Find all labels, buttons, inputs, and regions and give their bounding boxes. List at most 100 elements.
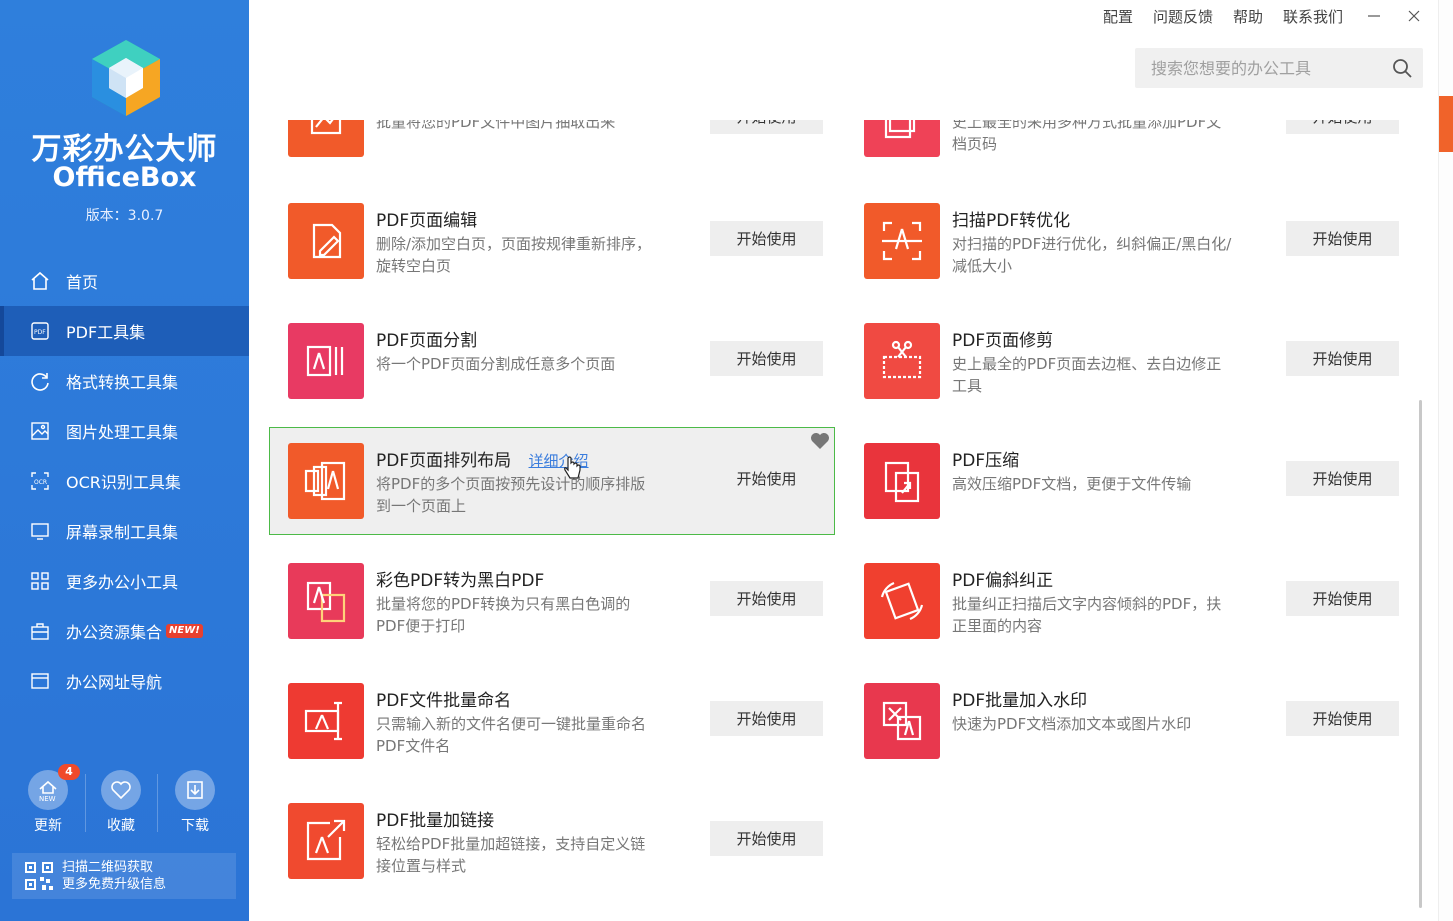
convert-icon	[28, 369, 52, 393]
image-icon	[28, 419, 52, 443]
start-button[interactable]: 开始使用	[710, 341, 823, 376]
favorite-heart-icon[interactable]	[810, 432, 830, 450]
sidebar-item-more-tools[interactable]: 更多办公小工具	[0, 556, 249, 606]
sidebar-item-screen-record[interactable]: 屏幕录制工具集	[0, 506, 249, 556]
tool-name: PDF批量加链接	[376, 811, 495, 831]
screen-icon	[28, 519, 52, 543]
favorite-label: 收藏	[107, 818, 135, 834]
download-button[interactable]: 下载	[165, 770, 225, 835]
close-icon	[1408, 10, 1420, 22]
update-count-badge: 4	[58, 764, 80, 780]
update-button[interactable]: NEW 4 更新	[18, 764, 80, 835]
briefcase-icon	[28, 619, 52, 643]
start-button[interactable]: 开始使用	[1286, 221, 1399, 256]
sidebar-item-label: 屏幕录制工具集	[66, 523, 179, 542]
sidebar-item-image[interactable]: 图片处理工具集	[0, 406, 249, 456]
tool-desc: 史上最全的采用多种方式批量添加PDF文档页码	[952, 120, 1222, 153]
close-button[interactable]	[1405, 7, 1423, 25]
start-button[interactable]: 开始使用	[1286, 120, 1399, 134]
start-button[interactable]: 开始使用	[1286, 701, 1399, 736]
new-tag: NEW!	[166, 624, 203, 638]
start-button[interactable]: 开始使用	[710, 701, 823, 736]
home-icon	[28, 269, 52, 293]
tool-name: 彩色PDF转为黑白PDF	[376, 571, 545, 591]
color-to-bw-icon	[288, 563, 364, 639]
tool-card-pdf-compress[interactable]: PDF压缩 高效压缩PDF文档，更便于文件传输 开始使用	[845, 422, 1409, 528]
app-version: 版本：3.0.7	[85, 208, 164, 224]
tool-desc: 快速为PDF文档添加文本或图片水印	[952, 715, 1192, 733]
tool-card-pdf-page-split[interactable]: PDF页面分割 将一个PDF页面分割成任意多个页面 开始使用	[269, 302, 833, 408]
sidebar-item-resources[interactable]: 办公资源集合 NEW!	[0, 606, 249, 656]
page-edit-icon	[288, 203, 364, 279]
tool-card-pdf-page-trim[interactable]: PDF页面修剪 史上最全的PDF页面去边框、去白边修正工具 开始使用	[845, 302, 1409, 408]
tool-desc: 将PDF的多个页面按预先设计的顺序排版到一个页面上	[376, 475, 646, 515]
tool-name-text: PDF页面排列布局	[376, 451, 512, 471]
sidebar-item-label: 办公网址导航	[66, 673, 163, 692]
start-button[interactable]: 开始使用	[710, 581, 823, 616]
start-button[interactable]: 开始使用	[710, 120, 823, 134]
sidebar-item-pdf[interactable]: PDF PDF工具集	[0, 306, 249, 356]
download-icon	[175, 770, 215, 810]
start-button[interactable]: 开始使用	[710, 821, 823, 856]
quick-divider	[85, 774, 86, 832]
background-window-accent	[1439, 96, 1453, 152]
tool-card-scan-pdf-optimize[interactable]: 扫描PDF转优化 对扫描的PDF进行优化，纠斜偏正/黑白化/减低大小 开始使用	[845, 182, 1409, 288]
qr-promo[interactable]: 扫描二维码获取 更多免费升级信息	[12, 853, 236, 899]
tool-card-color-to-bw[interactable]: 彩色PDF转为黑白PDF 批量将您的PDF转换为只有黑白色调的PDF便于打印 开…	[269, 542, 833, 648]
update-icon: NEW 4	[28, 764, 80, 810]
tool-card-batch-link[interactable]: PDF批量加链接 轻松给PDF批量加超链接，支持自定义链接位置与样式 开始使用	[269, 782, 833, 888]
app-title-en: OfficeBox	[52, 162, 197, 193]
sidebar-item-label: 首页	[66, 273, 99, 292]
start-button[interactable]: 开始使用	[1286, 341, 1399, 376]
tool-name: PDF页面分割	[376, 331, 478, 351]
search-icon[interactable]	[1391, 57, 1413, 79]
pdf-icon: PDF	[28, 319, 52, 343]
start-button[interactable]: 开始使用	[1286, 581, 1399, 616]
page-layout-icon	[288, 443, 364, 519]
tool-desc: 删除/添加空白页，页面按规律重新排序，旋转空白页	[376, 235, 652, 275]
tool-name: PDF页面排列布局 详细介绍	[376, 446, 589, 471]
start-button[interactable]: 开始使用	[710, 221, 823, 256]
start-button[interactable]: 开始使用	[1286, 461, 1399, 496]
tool-card-pdf-page-layout[interactable]: PDF页面排列布局 详细介绍 将PDF的多个页面按预先设计的顺序排版到一个页面上…	[269, 427, 835, 535]
tool-card-pdf-deskew[interactable]: PDF偏斜纠正 批量纠正扫描后文字内容倾斜的PDF，扶正里面的内容 开始使用	[845, 542, 1409, 648]
search-input[interactable]	[1135, 49, 1391, 87]
sidebar-item-ocr[interactable]: OCR OCR识别工具集	[0, 456, 249, 506]
contact-link[interactable]: 联系我们	[1283, 6, 1343, 27]
sidebar-item-label: 更多办公小工具	[66, 573, 179, 592]
sidebar-item-web-nav[interactable]: 办公网址导航	[0, 656, 249, 706]
quick-divider	[157, 774, 158, 832]
tool-card-batch-watermark[interactable]: PDF批量加入水印 快速为PDF文档添加文本或图片水印 开始使用	[845, 662, 1409, 768]
feedback-link[interactable]: 问题反馈	[1153, 6, 1213, 27]
tool-name: PDF批量加入水印	[952, 691, 1088, 711]
sidebar-item-label: 图片处理工具集	[66, 423, 179, 442]
tool-card-pdf-page-edit[interactable]: PDF页面编辑 删除/添加空白页，页面按规律重新排序，旋转空白页 开始使用	[269, 182, 833, 288]
tool-desc: 批量将您的PDF转换为只有黑白色调的PDF便于打印	[376, 595, 631, 635]
quick-actions: NEW 4 更新 收藏 下载	[0, 764, 249, 840]
favorite-button[interactable]: 收藏	[91, 770, 151, 835]
tool-desc: 只需输入新的文件名便可一键批量重命名PDF文件名	[376, 715, 647, 755]
minimize-button[interactable]	[1365, 7, 1383, 25]
tool-name: PDF页面编辑	[376, 211, 478, 231]
scrollbar[interactable]	[1419, 400, 1422, 908]
watermark-icon	[864, 683, 940, 759]
minimize-icon	[1368, 15, 1380, 17]
qr-code-icon	[25, 862, 53, 890]
sidebar-item-convert[interactable]: 格式转换工具集	[0, 356, 249, 406]
tool-card-batch-rename[interactable]: PDF文件批量命名 只需输入新的文件名便可一键批量重命名PDF文件名 开始使用	[269, 662, 833, 768]
start-button[interactable]: 开始使用	[710, 461, 823, 496]
search-box	[1135, 48, 1423, 88]
tool-name: PDF压缩	[952, 451, 1020, 471]
help-link[interactable]: 帮助	[1233, 6, 1263, 27]
tool-name: PDF页面修剪	[952, 331, 1054, 351]
browser-icon	[28, 669, 52, 693]
svg-text:OCR: OCR	[34, 479, 47, 486]
sidebar-item-label: OCR识别工具集	[66, 473, 181, 492]
tool-name: PDF文件批量命名	[376, 691, 512, 711]
scan-optimize-icon	[864, 203, 940, 279]
config-link[interactable]: 配置	[1103, 6, 1133, 27]
sidebar-item-home[interactable]: 首页	[0, 256, 249, 306]
tool-desc: 批量纠正扫描后文字内容倾斜的PDF，扶正里面的内容	[952, 595, 1222, 635]
tool-desc: 高效压缩PDF文档，更便于文件传输	[952, 475, 1192, 493]
tool-card: 批量将您的PDF文件中图片抽取出来 开始使用	[269, 120, 833, 166]
